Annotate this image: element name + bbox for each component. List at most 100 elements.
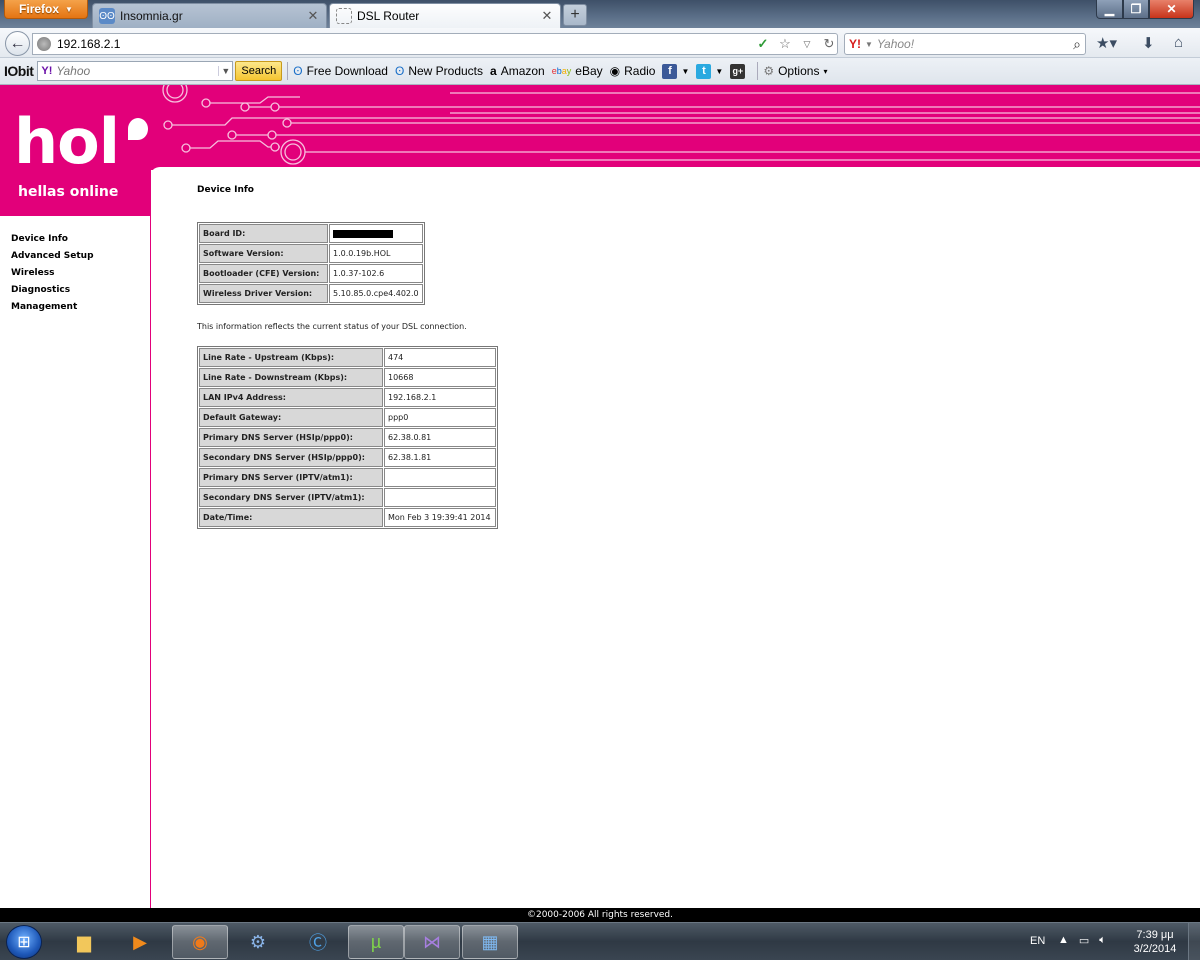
chevron-down-icon[interactable]: ▼ — [865, 40, 873, 49]
yahoo-logo-icon[interactable]: Y! — [849, 37, 861, 51]
table-row: LAN IPv4 Address: 192.168.2.1 — [199, 388, 496, 407]
toolbar-search-button[interactable]: Search — [235, 61, 283, 81]
language-indicator[interactable]: EN — [1030, 935, 1045, 947]
toolbar-item-radio[interactable]: ◉ Radio — [610, 64, 656, 78]
toolbar-item-ebay[interactable]: ebay eBay — [552, 64, 603, 78]
redaction-bar — [333, 229, 393, 238]
toolbar-item-google-plus[interactable]: g+ — [730, 63, 746, 79]
start-button[interactable]: ⊞ — [6, 925, 42, 959]
chevron-down-icon[interactable]: ▼ — [218, 66, 232, 76]
downloads-icon[interactable]: ⬇ — [1142, 34, 1155, 52]
bookmark-star-icon[interactable]: ☆ — [777, 36, 793, 52]
show-desktop-button[interactable] — [1188, 923, 1200, 960]
toolbar-item-label: New Products — [408, 64, 484, 78]
home-icon[interactable]: ⌂ — [1174, 34, 1183, 51]
row-value: 62.38.1.81 — [384, 448, 496, 467]
hol-logo[interactable]: hol — [14, 111, 120, 173]
windows-taskbar: ⊞ ▆ ▶ ◉ ⚙ Ⓒ µ ⋈ ▦ EN ▲ ▭ 🔈︎ 7:39 μμ 3/2/… — [0, 922, 1200, 960]
chevron-down-icon: ▼ — [715, 66, 724, 76]
search-icon[interactable]: ⌕ — [1073, 36, 1081, 53]
taskbar-remote-desktop[interactable]: ▦ — [462, 925, 518, 959]
table-row: Primary DNS Server (IPTV/atm1): — [199, 468, 496, 487]
ring-icon: ʘ — [293, 64, 303, 78]
row-label: Secondary DNS Server (HSIp/ppp0): — [199, 448, 383, 467]
taskbar-utorrent[interactable]: µ — [348, 925, 404, 959]
bookmarks-menu-icon[interactable]: ★▾ — [1096, 34, 1117, 52]
network-icon[interactable]: ▭ — [1079, 934, 1089, 947]
toolbar-options[interactable]: ⚙ Options ▾ — [763, 64, 827, 78]
taskbar-visual-studio[interactable]: ⋈ — [404, 925, 460, 959]
table-row: Board ID: — [199, 224, 423, 243]
table-row: Secondary DNS Server (IPTV/atm1): — [199, 488, 496, 507]
facebook-icon: f — [662, 63, 678, 79]
back-button[interactable]: ← — [5, 31, 30, 56]
tab-label: DSL Router — [357, 9, 420, 23]
toolbar-item-twitter[interactable]: t ▼ — [696, 63, 724, 79]
search-placeholder[interactable]: Yahoo! — [877, 37, 1069, 51]
device-info-table: Board ID: Software Version: 1.0.0.19b.HO… — [197, 222, 425, 305]
toolbar-item-new-products[interactable]: ʘ New Products — [395, 64, 483, 78]
window-controls: ▁ ❐ ✕ — [1096, 0, 1194, 19]
sidebar-item-wireless[interactable]: Wireless — [11, 265, 94, 282]
navigation-bar: ← 192.168.2.1 ✓ ☆ ▽ ↻ Y! ▼ Yahoo! ⌕ ★▾ ⬇… — [0, 28, 1200, 58]
history-dropdown-icon[interactable]: ▽ — [799, 39, 815, 50]
chevron-down-icon: ▼ — [681, 66, 690, 76]
minimize-button[interactable]: ▁ — [1096, 0, 1123, 19]
media-player-icon: ▶ — [133, 931, 147, 952]
volume-icon[interactable]: 🔈︎ — [1099, 934, 1106, 947]
table-row: Line Rate - Upstream (Kbps): 474 — [199, 348, 496, 367]
url-text[interactable]: 192.168.2.1 — [57, 37, 749, 51]
row-label: Primary DNS Server (IPTV/atm1): — [199, 468, 383, 487]
ccleaner-icon: Ⓒ — [309, 933, 327, 953]
sidebar-item-device-info[interactable]: Device Info — [11, 231, 94, 248]
close-window-button[interactable]: ✕ — [1149, 0, 1194, 19]
close-icon[interactable]: ✕ — [306, 8, 320, 24]
table-row: Wireless Driver Version: 5.10.85.0.cpe4.… — [199, 284, 423, 303]
restore-button[interactable]: ❐ — [1123, 0, 1149, 19]
row-label: Board ID: — [199, 224, 328, 243]
windows-logo-icon: ⊞ — [17, 934, 31, 951]
tab-label: Insomnia.gr — [120, 9, 183, 23]
toolbar-search-input[interactable]: Y! Yahoo ▼ — [37, 61, 234, 81]
sidebar-item-management[interactable]: Management — [11, 299, 94, 316]
system-tray: EN ▲ ▭ 🔈︎ 7:39 μμ 3/2/2014 — [1020, 923, 1200, 960]
hol-logo-subtitle: hellas online — [18, 184, 119, 200]
sidebar-item-advanced-setup[interactable]: Advanced Setup — [11, 248, 94, 265]
toolbar-item-label: Radio — [624, 64, 656, 78]
web-search-box[interactable]: Y! ▼ Yahoo! ⌕ — [844, 33, 1086, 55]
toolbar-item-amazon[interactable]: a Amazon — [490, 64, 545, 78]
yahoo-logo-icon: Y! — [41, 65, 53, 77]
reload-icon[interactable]: ↻ — [821, 36, 837, 52]
toolbar-item-facebook[interactable]: f ▼ — [662, 63, 690, 79]
row-value: 5.10.85.0.cpe4.402.0 — [329, 284, 423, 303]
toolbar-divider — [757, 62, 759, 80]
tab-dsl-router[interactable]: DSL Router ✕ — [329, 3, 561, 28]
taskbar-security-app[interactable]: ⚙ — [230, 925, 286, 959]
table-row: Primary DNS Server (HSIp/ppp0): 62.38.0.8… — [199, 428, 496, 447]
close-icon[interactable]: ✕ — [540, 8, 554, 24]
taskbar-firefox[interactable]: ◉ — [172, 925, 228, 959]
url-bar[interactable]: 192.168.2.1 ✓ ☆ ▽ ↻ — [32, 33, 838, 55]
new-tab-button[interactable]: + — [563, 4, 587, 26]
page-favicon-icon — [336, 8, 352, 24]
firefox-menu-button[interactable]: Firefox ▼ — [4, 0, 88, 19]
row-value: 10668 — [384, 368, 496, 387]
tab-insomnia[interactable]: ʘʘ Insomnia.gr ✕ — [92, 3, 327, 28]
clock[interactable]: 7:39 μμ 3/2/2014 — [1132, 928, 1178, 956]
ring-icon: ʘ — [394, 64, 405, 78]
toolbar-item-free-download[interactable]: ʘ Free Download — [293, 64, 388, 78]
iobit-logo[interactable]: IObit — [4, 63, 34, 79]
table-row: Default Gateway: ppp0 — [199, 408, 496, 427]
utorrent-icon: µ — [370, 931, 382, 952]
taskbar-explorer[interactable]: ▆ — [56, 925, 112, 959]
toolbar-search-text[interactable]: Yahoo — [56, 64, 214, 78]
taskbar-ccleaner[interactable]: Ⓒ — [290, 925, 346, 959]
sidebar-item-diagnostics[interactable]: Diagnostics — [11, 282, 94, 299]
row-label: Secondary DNS Server (IPTV/atm1): — [199, 488, 383, 507]
show-hidden-icons-icon[interactable]: ▲ — [1058, 934, 1069, 947]
check-icon[interactable]: ✓ — [755, 36, 771, 52]
taskbar-media-player[interactable]: ▶ — [112, 925, 168, 959]
iobit-toolbar: IObit Y! Yahoo ▼ Search ʘ Free Download … — [0, 58, 1200, 85]
row-value: 1.0.0.19b.HOL — [329, 244, 423, 263]
row-label: LAN IPv4 Address: — [199, 388, 383, 407]
